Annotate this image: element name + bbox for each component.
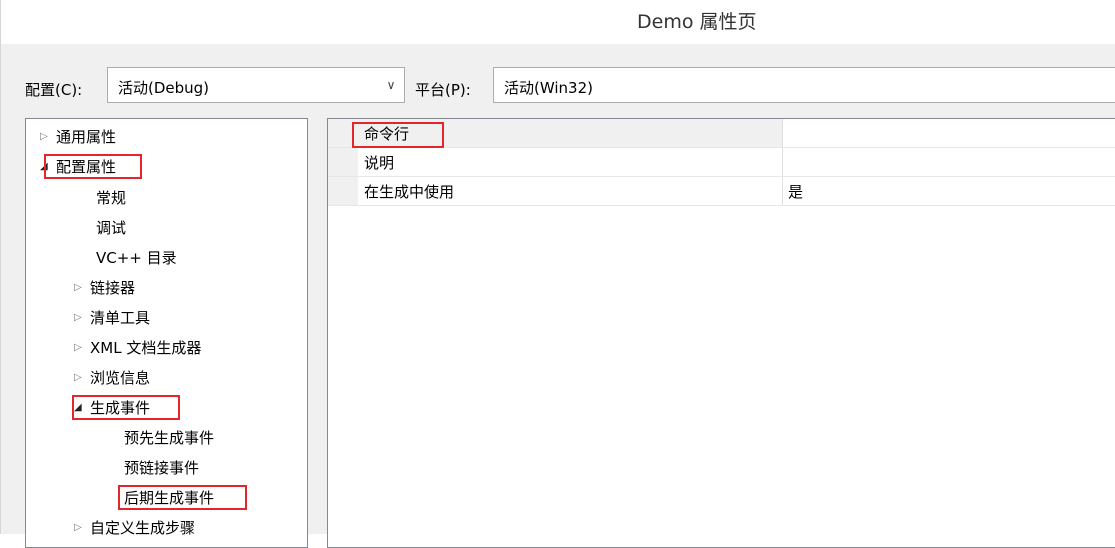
row-gutter (328, 177, 358, 205)
tree-item-xml-doc-generator[interactable]: ▷ XML 文档生成器 (74, 333, 201, 361)
expand-arrow-icon[interactable]: ▷ (74, 364, 90, 392)
property-pages-window: Demo 属性页 配置(C): 活动(Debug) ∨ 平台(P): 活动(Wi… (0, 0, 1115, 548)
config-dropdown[interactable]: 活动(Debug) ∨ (107, 67, 405, 103)
grid-row-command-line[interactable]: 命令行 (328, 119, 1115, 148)
tree-item-debugging[interactable]: 调试 (96, 213, 126, 241)
chevron-down-icon[interactable]: ∨ (384, 76, 398, 94)
row-gutter (328, 119, 358, 147)
config-dropdown-value: 活动(Debug) (118, 79, 210, 97)
column-divider (782, 177, 783, 205)
tree-item-pre-link-event[interactable]: 预链接事件 (124, 453, 199, 481)
row-gutter (328, 148, 358, 176)
platform-label: 平台(P): (415, 81, 471, 99)
property-value-cell[interactable] (783, 119, 1115, 147)
platform-dropdown[interactable]: 活动(Win32) (493, 67, 1115, 103)
tree-item-vc-directories[interactable]: VC++ 目录 (96, 243, 177, 271)
expand-arrow-icon[interactable]: ▷ (74, 304, 90, 332)
property-grid: 命令行 说明 在生成中使用 是 (327, 118, 1115, 548)
tree-item-post-build-event[interactable]: 后期生成事件 (124, 483, 214, 511)
tree-item-browse-information[interactable]: ▷ 浏览信息 (74, 363, 150, 391)
tree-item-general[interactable]: 常规 (96, 183, 126, 211)
collapse-arrow-icon[interactable]: ◢ (40, 153, 56, 181)
collapse-arrow-icon[interactable]: ◢ (74, 394, 90, 422)
property-name: 说明 (364, 154, 395, 172)
tree-item-custom-build-step[interactable]: ▷ 自定义生成步骤 (74, 513, 195, 541)
property-name: 在生成中使用 (364, 183, 455, 201)
column-divider (782, 148, 783, 176)
property-value: 是 (788, 183, 804, 201)
grid-row-description[interactable]: 说明 (328, 148, 1115, 177)
tree-item-common-properties[interactable]: ▷ 通用属性 (40, 122, 116, 150)
grid-row-use-in-build[interactable]: 在生成中使用 是 (328, 177, 1115, 206)
window-title: Demo 属性页 (637, 11, 757, 33)
tree-item-build-events[interactable]: ◢ 生成事件 (74, 393, 150, 421)
tree-item-pre-build-event[interactable]: 预先生成事件 (124, 423, 214, 451)
expand-arrow-icon[interactable]: ▷ (74, 274, 90, 302)
config-label: 配置(C): (25, 81, 83, 99)
platform-dropdown-value: 活动(Win32) (504, 79, 593, 97)
tree-item-linker[interactable]: ▷ 链接器 (74, 273, 135, 301)
expand-arrow-icon[interactable]: ▷ (74, 334, 90, 362)
tree-item-configuration-properties[interactable]: ◢ 配置属性 (40, 152, 116, 180)
tree-item-manifest-tool[interactable]: ▷ 清单工具 (74, 303, 150, 331)
column-divider (782, 119, 783, 147)
property-name: 命令行 (364, 125, 410, 143)
expand-arrow-icon[interactable]: ▷ (40, 123, 56, 151)
title-bar: Demo 属性页 (1, 0, 1115, 44)
expand-arrow-icon[interactable]: ▷ (74, 514, 90, 542)
property-tree[interactable]: ▷ 通用属性 ◢ 配置属性 常规 调试 VC++ 目录 ▷ 链接器 ▷ 清单工具 ▷ XM… (25, 118, 308, 548)
